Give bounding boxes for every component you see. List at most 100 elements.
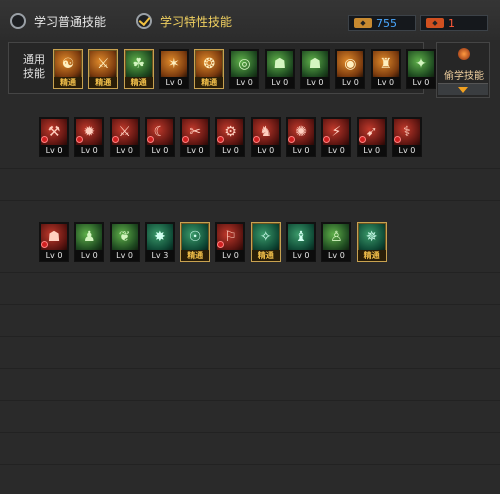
skill-slot[interactable]: ♝ Lv 0 <box>286 222 317 262</box>
skill-level-label: Lv 0 <box>357 145 386 156</box>
tab-label: 学习普通技能 <box>34 14 107 29</box>
skill-slot[interactable]: ☉ 精通 <box>180 222 211 262</box>
skill-level-label: Lv 0 <box>216 250 245 261</box>
common-skills-row: ☯ 精通 ⚔ 精通 ☘ 精通 ✶ Lv 0 ❂ 精通 ◎ Lv 0 ☗ Lv 0 ☗ Lv 0 ◉ Lv 0 ♜ Lv… <box>53 49 441 89</box>
tab-label: 学习特性技能 <box>160 14 233 29</box>
status-dot-icon <box>393 136 401 143</box>
skill-slot[interactable]: ⚡ Lv 0 <box>321 117 352 157</box>
skill-slot[interactable]: ◉ Lv 0 <box>335 49 366 89</box>
skill-icon: ⚔ <box>90 51 117 77</box>
skill-icon: ✦ <box>407 51 434 77</box>
skill-slot[interactable]: ➹ Lv 0 <box>356 117 387 157</box>
skill-slot[interactable]: ☗ Lv 0 <box>39 222 69 262</box>
skill-slot[interactable]: ⚕ Lv 0 <box>391 117 422 157</box>
radio-icon <box>10 13 26 29</box>
steal-skills-panel[interactable]: 偷学技能 <box>436 42 490 98</box>
skill-slot[interactable]: ✹ Lv 0 <box>74 117 105 157</box>
currency-value: 1 <box>448 16 455 30</box>
skill-slot[interactable]: ✂ Lv 0 <box>180 117 211 157</box>
skill-slot[interactable]: ☗ Lv 0 <box>300 49 331 89</box>
skill-icon: ❂ <box>196 51 223 77</box>
skill-icon: ♜ <box>372 51 399 77</box>
common-skills-panel: 通用技能 ☯ 精通 ⚔ 精通 ☘ 精通 ✶ Lv 0 ❂ 精通 ◎ Lv 0 ☗ Lv 0 ☗ Lv 0 ◉ Lv… <box>8 42 436 94</box>
skill-row-2: ⚒ Lv 0 ✹ Lv 0 ⚔ Lv 0 ☾ Lv 0 ✂ Lv 0 ⚙ Lv 0 ♞ Lv 0 ✺ Lv 0… <box>39 117 427 157</box>
status-dot-icon <box>146 136 154 143</box>
skill-slot[interactable]: ☗ Lv 0 <box>264 49 295 89</box>
skill-icon: ☗ <box>266 51 293 77</box>
skill-icon: ☗ <box>302 51 329 77</box>
skill-slot[interactable]: ⚐ Lv 0 <box>215 222 246 262</box>
skill-slot[interactable]: ⚙ Lv 0 <box>215 117 246 157</box>
skill-level-label: Lv 0 <box>406 77 435 88</box>
skill-slot[interactable]: ✸ Lv 3 <box>144 222 175 262</box>
skill-icon: ♝ <box>288 224 315 250</box>
tab-learn-normal-skills[interactable]: 学习普通技能 <box>10 12 106 30</box>
currency-blue: ◆ 755 <box>348 15 416 31</box>
status-dot-icon <box>358 136 366 143</box>
skill-level-label: Lv 0 <box>301 77 330 88</box>
token-icon: ◆ <box>426 18 444 28</box>
skill-level-label: 精通 <box>251 250 280 261</box>
skill-slot[interactable]: ☘ 精通 <box>123 49 154 89</box>
status-dot-icon <box>111 136 119 143</box>
skill-slot[interactable]: ☾ Lv 0 <box>144 117 175 157</box>
skill-icon: ☘ <box>125 51 152 77</box>
skill-icon: ❦ <box>111 224 138 250</box>
skill-level-label: Lv 0 <box>159 77 188 88</box>
skill-slot[interactable]: ♙ Lv 0 <box>321 222 352 262</box>
skill-level-label: 精通 <box>89 77 118 88</box>
skill-icon: ✵ <box>358 224 385 250</box>
skill-slot[interactable]: ☯ 精通 <box>53 49 83 89</box>
skill-level-label: Lv 0 <box>75 250 104 261</box>
skill-level-label: Lv 0 <box>75 145 104 156</box>
skill-level-label: Lv 0 <box>40 145 68 156</box>
skill-level-label: 精通 <box>181 250 210 261</box>
skill-slot[interactable]: ✧ 精通 <box>250 222 281 262</box>
skill-slot[interactable]: ⚒ Lv 0 <box>39 117 69 157</box>
skill-slot[interactable]: ♟ Lv 0 <box>74 222 105 262</box>
status-dot-icon <box>41 136 48 143</box>
skill-icon: ♟ <box>76 224 103 250</box>
skill-slot[interactable]: ♜ Lv 0 <box>370 49 401 89</box>
dropdown-arrow-icon[interactable] <box>438 83 488 95</box>
skill-level-label: Lv 3 <box>145 250 174 261</box>
skill-level-label: Lv 0 <box>322 250 351 261</box>
skill-slot[interactable]: ◎ Lv 0 <box>229 49 260 89</box>
skill-level-label: Lv 0 <box>265 77 294 88</box>
skill-icon: ✶ <box>160 51 187 77</box>
status-dot-icon <box>252 136 260 143</box>
skill-icon: ☯ <box>55 51 81 77</box>
skill-slot[interactable]: ❂ 精通 <box>194 49 225 89</box>
currency-value: 755 <box>376 16 397 30</box>
skill-slot[interactable]: ✶ Lv 0 <box>158 49 189 89</box>
skill-level-label: Lv 0 <box>110 145 139 156</box>
skill-icon: ☉ <box>182 224 209 250</box>
skill-slot[interactable]: ✦ Lv 0 <box>405 49 436 89</box>
common-skills-label: 通用技能 <box>23 53 45 80</box>
skill-icon: ◎ <box>231 51 258 77</box>
checkmark-radio-icon <box>136 13 152 29</box>
skill-slot[interactable]: ♞ Lv 0 <box>250 117 281 157</box>
skill-level-label: Lv 0 <box>110 250 139 261</box>
skill-level-label: 精通 <box>357 250 386 261</box>
skill-level-label: 精通 <box>195 77 224 88</box>
skill-level-label: Lv 0 <box>371 77 400 88</box>
skill-slot[interactable]: ⚔ Lv 0 <box>109 117 140 157</box>
status-dot-icon <box>41 241 48 248</box>
skill-level-label: Lv 0 <box>287 250 316 261</box>
skill-slot[interactable]: ✺ Lv 0 <box>286 117 317 157</box>
skill-level-label: Lv 0 <box>251 145 280 156</box>
tab-learn-special-skills[interactable]: 学习特性技能 <box>136 12 232 30</box>
token-icon: ◆ <box>354 18 372 28</box>
skill-slot[interactable]: ❦ Lv 0 <box>109 222 140 262</box>
skill-slot[interactable]: ⚔ 精通 <box>88 49 119 89</box>
skill-level-label: Lv 0 <box>336 77 365 88</box>
skill-level-label: 精通 <box>54 77 82 88</box>
skill-level-label: Lv 0 <box>230 77 259 88</box>
skill-icon: ✸ <box>146 224 173 250</box>
skill-slot[interactable]: ✵ 精通 <box>356 222 387 262</box>
skill-row-3: ☗ Lv 0 ♟ Lv 0 ❦ Lv 0 ✸ Lv 3 ☉ 精通 ⚐ Lv 0 ✧ 精通 ♝ Lv 0 ♙ Lv … <box>39 222 392 262</box>
skill-icon: ◉ <box>337 51 364 77</box>
skill-icon: ♙ <box>323 224 350 250</box>
currency-red: ◆ 1 <box>420 15 488 31</box>
